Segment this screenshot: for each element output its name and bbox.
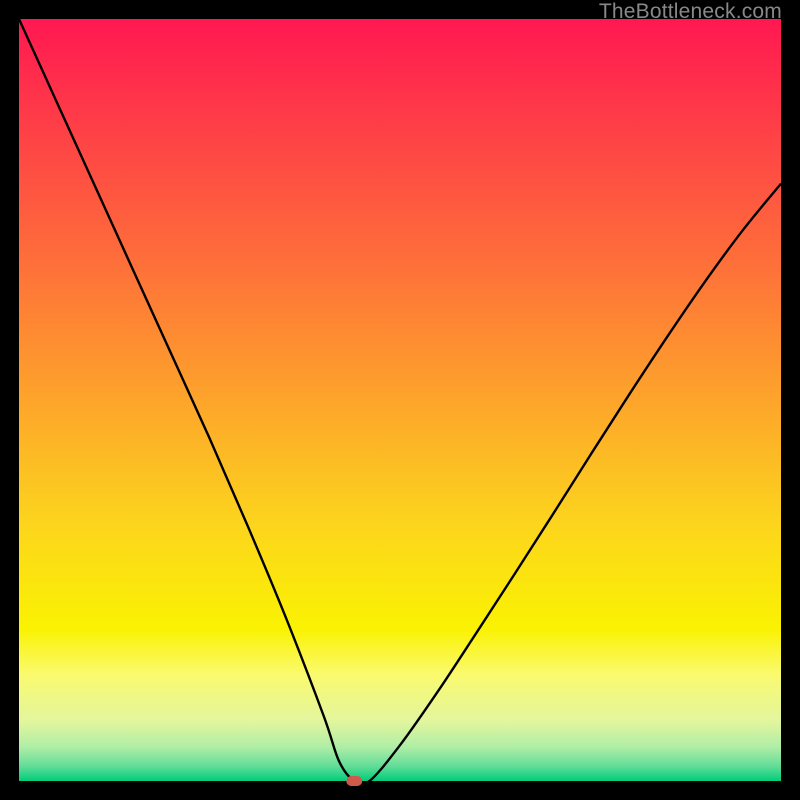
minimum-marker [346,776,362,786]
bottleneck-curve [19,19,781,785]
bottleneck-curve-svg [19,19,781,781]
chart-frame: { "watermark": "TheBottleneck.com", "cha… [0,0,800,800]
watermark-text: TheBottleneck.com [599,0,782,24]
plot-area [19,19,781,781]
